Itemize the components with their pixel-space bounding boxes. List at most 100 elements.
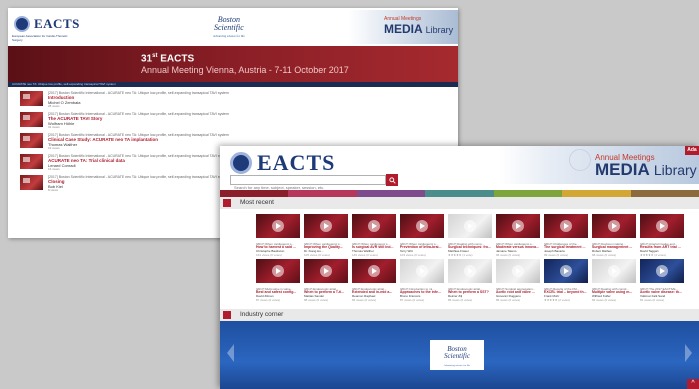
- video-thumbnail[interactable]: [544, 259, 588, 283]
- category-color-segment[interactable]: [425, 190, 494, 197]
- eacts-logo[interactable]: EACTS: [14, 16, 80, 32]
- category-color-segment[interactable]: [630, 190, 699, 197]
- most-recent-label: Most recent: [240, 199, 274, 206]
- video-thumbnail[interactable]: [304, 259, 348, 283]
- play-icon[interactable]: [416, 220, 428, 232]
- search-field[interactable]: [230, 175, 386, 192]
- video-card[interactable]: [2017] Surgical aggregation... Aortic roo…: [496, 259, 542, 305]
- video-thumbnail[interactable]: [20, 154, 43, 169]
- play-icon[interactable]: [656, 265, 668, 277]
- video-thumbnail[interactable]: [592, 214, 636, 238]
- video-card[interactable]: [2017] When cardiogenic s... Improving th…: [304, 214, 350, 260]
- video-thumbnail[interactable]: [448, 259, 492, 283]
- media-library-logo[interactable]: Annual Meetings MEDIA Library: [348, 10, 458, 44]
- list-item[interactable]: [2017] Boston Scientific International -…: [20, 91, 450, 108]
- video-card[interactable]: [2017] Decision making... Surgical manage…: [592, 214, 638, 260]
- category-color-segment[interactable]: [493, 190, 563, 197]
- video-thumbnail[interactable]: [20, 175, 43, 190]
- video-views: 105 views (0 votes): [304, 253, 330, 257]
- video-meta: [2017] Boston Scientific International -…: [48, 175, 229, 179]
- video-thumbnail[interactable]: [20, 91, 43, 106]
- video-views: 81 views (0 votes): [640, 298, 665, 302]
- video-thumbnail[interactable]: [352, 259, 396, 283]
- media-library-title: MEDIA Library: [384, 22, 454, 36]
- decorative-circle-icon: [569, 149, 591, 171]
- video-card[interactable]: [2017] Multi-valve in valve... Best and s…: [256, 259, 302, 305]
- video-views: 86 views (0 votes): [496, 298, 521, 302]
- video-thumbnail[interactable]: [400, 259, 444, 283]
- video-views: 8 views: [48, 188, 59, 192]
- video-meta: [2017] Boston Scientific International -…: [48, 91, 229, 95]
- video-thumbnail[interactable]: [304, 214, 348, 238]
- event-banner: 31st EACTS Annual Meeting Vienna, Austri…: [8, 46, 458, 82]
- boston-scientific-logo: Boston Scientific Advancing science for …: [213, 15, 245, 39]
- play-icon[interactable]: [608, 220, 620, 232]
- video-views: 19 views: [48, 146, 60, 150]
- ada-badge[interactable]: Ada: [685, 146, 699, 155]
- play-icon[interactable]: [560, 220, 572, 232]
- video-thumbnail[interactable]: [592, 259, 636, 283]
- video-card[interactable]: [2017] Dealing with comp... Surgical tech…: [448, 214, 494, 260]
- video-thumbnail[interactable]: [496, 214, 540, 238]
- video-views: 164 views (0 votes): [256, 253, 282, 257]
- boston-scientific-logo[interactable]: Boston Scientific Advancing science for …: [430, 340, 484, 370]
- front-screenshot: EACTS European Association for Cardio-Th…: [220, 146, 699, 389]
- play-icon[interactable]: [416, 265, 428, 277]
- eacts-logo[interactable]: EACTS: [230, 150, 335, 176]
- play-icon[interactable]: [368, 265, 380, 277]
- play-icon[interactable]: [272, 220, 284, 232]
- play-icon[interactable]: [320, 265, 332, 277]
- video-card[interactable]: [2017] Endoscopic atrial... Extended and …: [352, 259, 398, 305]
- play-icon[interactable]: [368, 220, 380, 232]
- category-color-segment[interactable]: [288, 190, 357, 197]
- video-views: ★★★★★ (1 vote): [448, 253, 473, 257]
- video-thumbnail[interactable]: [640, 214, 684, 238]
- video-card[interactable]: [2017] When cardiogenic s... Prevention o…: [400, 214, 446, 260]
- carousel-prev-icon[interactable]: [227, 344, 234, 362]
- play-icon[interactable]: [320, 220, 332, 232]
- carousel-next-icon[interactable]: [685, 344, 692, 362]
- play-icon[interactable]: [464, 265, 476, 277]
- video-card[interactable]: [2017] When cardiogenic s... Moderate ver…: [496, 214, 542, 260]
- video-card[interactable]: [2017] Challenges of the... The surgical …: [544, 214, 590, 260]
- play-icon[interactable]: [512, 265, 524, 277]
- video-card[interactable]: [2017] Endoscopic atrial... When to perfo…: [304, 259, 350, 305]
- most-recent-header: Most recent: [220, 197, 699, 209]
- search-icon: [388, 176, 396, 184]
- video-views: ★★★★★ (2 votes): [544, 298, 570, 302]
- video-card[interactable]: [2017] When cardiogenic s... How to harve…: [256, 214, 302, 260]
- category-color-segment[interactable]: [220, 190, 289, 197]
- video-thumbnail[interactable]: [20, 133, 43, 148]
- category-color-segment[interactable]: [356, 190, 426, 197]
- video-card[interactable]: [2017] Dealing with compl... Multiple val…: [592, 259, 638, 305]
- play-icon[interactable]: [608, 265, 620, 277]
- media-library-logo[interactable]: Annual Meetings MEDIA Library Ada: [499, 146, 699, 184]
- video-thumbnail[interactable]: [640, 259, 684, 283]
- video-thumbnail[interactable]: [448, 214, 492, 238]
- video-thumbnail[interactable]: [20, 112, 43, 127]
- search-button[interactable]: [386, 174, 398, 186]
- video-thumbnail[interactable]: [496, 259, 540, 283]
- list-item[interactable]: [2017] Boston Scientific International -…: [20, 112, 450, 129]
- video-card[interactable]: [2017] Introduction to mi... Approaches t…: [400, 259, 446, 305]
- play-icon[interactable]: [656, 220, 668, 232]
- video-thumbnail[interactable]: [544, 214, 588, 238]
- video-thumbnail[interactable]: [256, 214, 300, 238]
- video-views: ★★★★★ (4 votes): [640, 253, 666, 257]
- video-thumbnail[interactable]: [256, 259, 300, 283]
- back-to-top-button[interactable]: ^: [687, 379, 699, 389]
- video-card[interactable]: [2017] Results of the FM... EXCEL trial –…: [544, 259, 590, 305]
- video-thumbnail[interactable]: [352, 214, 396, 238]
- play-icon[interactable]: [272, 265, 284, 277]
- media-library-title: MEDIA Library: [595, 160, 697, 179]
- video-card[interactable]: [2017] The 2017 EACTS/E... Aortic valve d…: [640, 259, 686, 305]
- category-color-segment[interactable]: [562, 190, 631, 197]
- back-header: EACTS European Association for Cardio-Th…: [8, 8, 458, 46]
- play-icon[interactable]: [512, 220, 524, 232]
- play-icon[interactable]: [464, 220, 476, 232]
- video-card[interactable]: [2017] Endoscopic atrial... When to perfo…: [448, 259, 494, 305]
- play-icon[interactable]: [560, 265, 572, 277]
- video-card[interactable]: [2017] Arterial invalue and... Results fr…: [640, 214, 686, 260]
- video-thumbnail[interactable]: [400, 214, 444, 238]
- video-card[interactable]: [2017] When cardiogenic s... Is surgical …: [352, 214, 398, 260]
